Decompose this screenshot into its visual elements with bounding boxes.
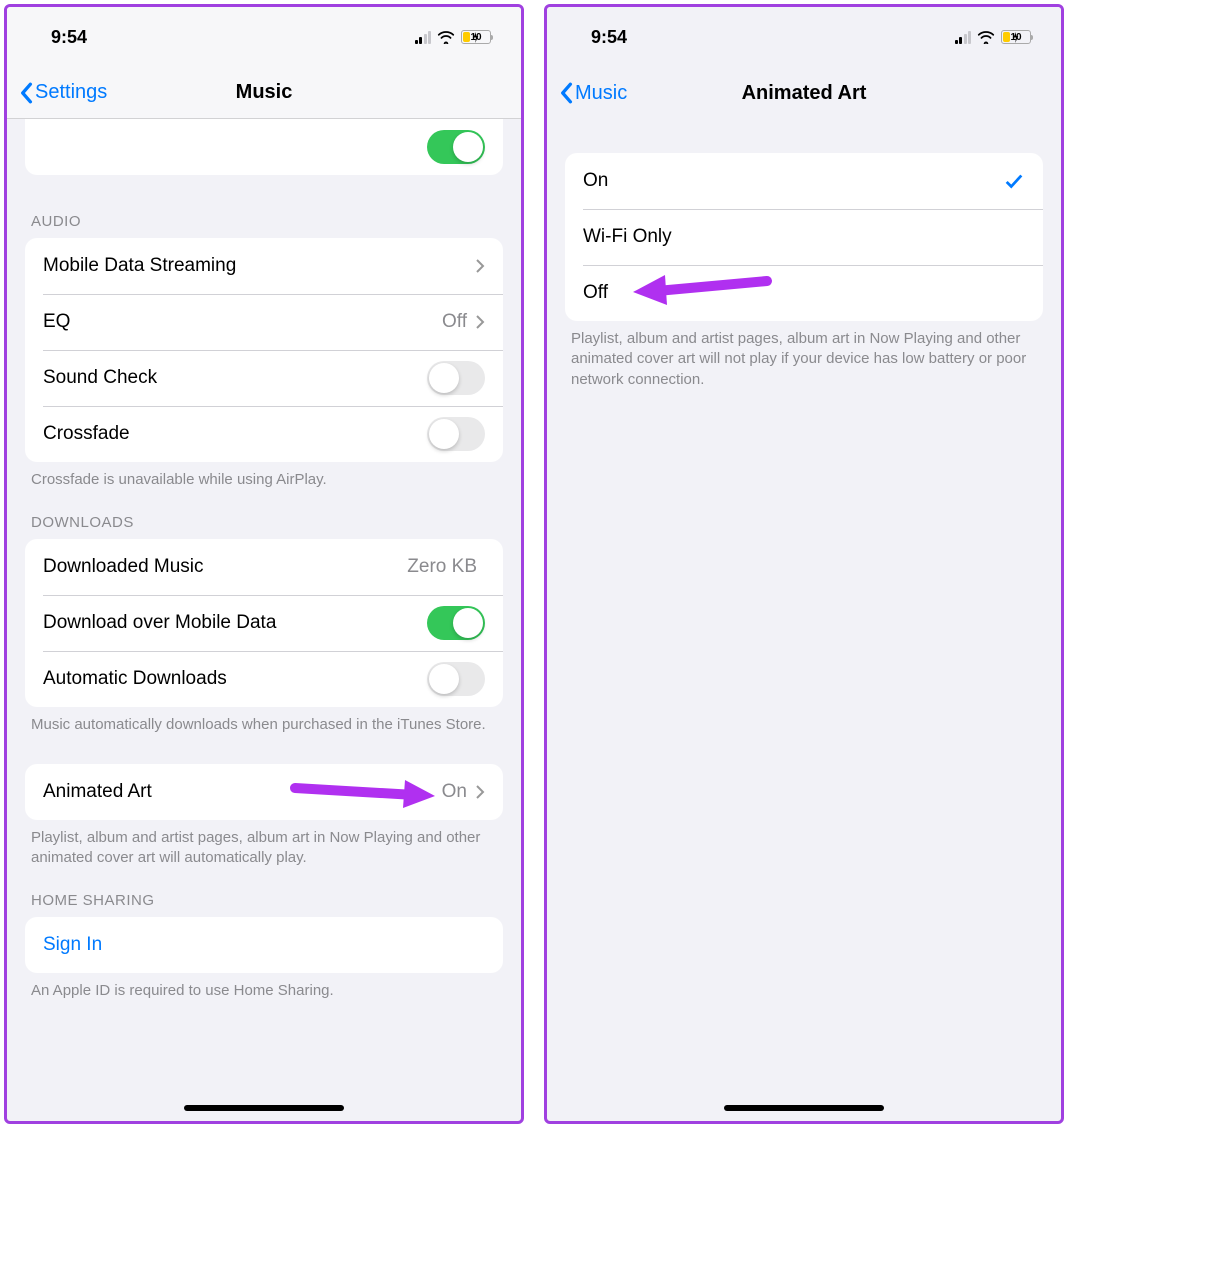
sign-in-row[interactable]: Sign In [25, 917, 503, 973]
battery-icon: 10 [461, 30, 491, 44]
downloads-footer: Music automatically downloads when purch… [7, 707, 521, 735]
animated-art-row[interactable]: Animated Art On [25, 764, 503, 820]
wifi-icon [977, 30, 995, 44]
back-button[interactable]: Music [559, 82, 627, 105]
option-on-row[interactable]: On [565, 153, 1043, 209]
home-indicator[interactable] [184, 1105, 344, 1111]
downloads-group: Downloaded Music Zero KB Download over M… [25, 539, 503, 707]
home-indicator[interactable] [724, 1105, 884, 1111]
row-label: Sign In [43, 934, 485, 956]
status-time: 9:54 [591, 27, 627, 48]
animated-art-footer: Playlist, album and artist pages, album … [7, 820, 521, 869]
animated-art-options: On Wi-Fi Only Off [565, 153, 1043, 321]
row-value: Zero KB [407, 556, 477, 578]
signal-icon [955, 31, 972, 44]
crossfade-toggle[interactable] [427, 417, 485, 451]
option-wifi-only-row[interactable]: Wi-Fi Only [565, 209, 1043, 265]
animated-art-group: Animated Art On [25, 764, 503, 820]
audio-group: Mobile Data Streaming EQ Off Sound Check… [25, 238, 503, 462]
row-label: Sound Check [43, 367, 427, 389]
chevron-left-icon [19, 82, 33, 104]
status-bar: 9:54 10 [7, 7, 521, 67]
chevron-right-icon [475, 784, 485, 800]
row-label: Animated Art [43, 781, 442, 803]
sound-check-row[interactable]: Sound Check [25, 350, 503, 406]
crossfade-row[interactable]: Crossfade [25, 406, 503, 462]
phone-right: 9:54 10 Music Animated Art On Wi-Fi Only [544, 4, 1064, 1124]
option-off-row[interactable]: Off [565, 265, 1043, 321]
row-label: On [583, 170, 1003, 192]
row-label: Automatic Downloads [43, 668, 427, 690]
crossfade-footer: Crossfade is unavailable while using Air… [7, 462, 521, 490]
chevron-right-icon [475, 258, 485, 274]
audio-header: AUDIO [7, 175, 521, 238]
home-sharing-group: Sign In [25, 917, 503, 973]
nav-bar: Settings Music [7, 67, 521, 119]
automatic-downloads-row[interactable]: Automatic Downloads [25, 651, 503, 707]
row-label: Wi-Fi Only [583, 226, 1025, 248]
show-all-purchases-row[interactable]: x [25, 119, 503, 175]
home-sharing-footer: An Apple ID is required to use Home Shar… [7, 973, 521, 1001]
home-sharing-header: HOME SHARING [7, 868, 521, 917]
back-label: Settings [35, 81, 107, 104]
settings-content: x AUDIO Mobile Data Streaming EQ Off Sou… [7, 119, 521, 1121]
chevron-left-icon [559, 82, 573, 104]
phone-left: 9:54 10 Settings Music x AUDIO [4, 4, 524, 1124]
automatic-downloads-toggle[interactable] [427, 662, 485, 696]
chevron-right-icon [475, 314, 485, 330]
row-label: EQ [43, 311, 442, 333]
download-over-mobile-toggle[interactable] [427, 606, 485, 640]
signal-icon [415, 31, 432, 44]
settings-content: On Wi-Fi Only Off Playlist, album and ar… [547, 119, 1061, 1121]
nav-bar: Music Animated Art [547, 67, 1061, 119]
row-label: Download over Mobile Data [43, 612, 427, 634]
row-label: Mobile Data Streaming [43, 255, 475, 277]
show-all-purchases-toggle[interactable] [427, 130, 485, 164]
row-label: Downloaded Music [43, 556, 407, 578]
downloaded-music-row[interactable]: Downloaded Music Zero KB [25, 539, 503, 595]
checkmark-icon [1003, 170, 1025, 192]
downloads-header: DOWNLOADS [7, 490, 521, 539]
row-label: Off [583, 282, 1025, 304]
back-label: Music [575, 82, 627, 105]
status-bar: 9:54 10 [547, 7, 1061, 67]
row-label: Crossfade [43, 423, 427, 445]
download-over-mobile-row[interactable]: Download over Mobile Data [25, 595, 503, 651]
status-time: 9:54 [51, 27, 87, 48]
mobile-data-streaming-row[interactable]: Mobile Data Streaming [25, 238, 503, 294]
sound-check-toggle[interactable] [427, 361, 485, 395]
row-value: On [442, 781, 467, 803]
back-button[interactable]: Settings [19, 81, 107, 104]
truncated-group: x [25, 119, 503, 175]
eq-row[interactable]: EQ Off [25, 294, 503, 350]
wifi-icon [437, 30, 455, 44]
row-value: Off [442, 311, 467, 333]
battery-icon: 10 [1001, 30, 1031, 44]
animated-art-footer: Playlist, album and artist pages, album … [547, 321, 1061, 390]
status-icons: 10 [955, 30, 1032, 44]
status-icons: 10 [415, 30, 492, 44]
